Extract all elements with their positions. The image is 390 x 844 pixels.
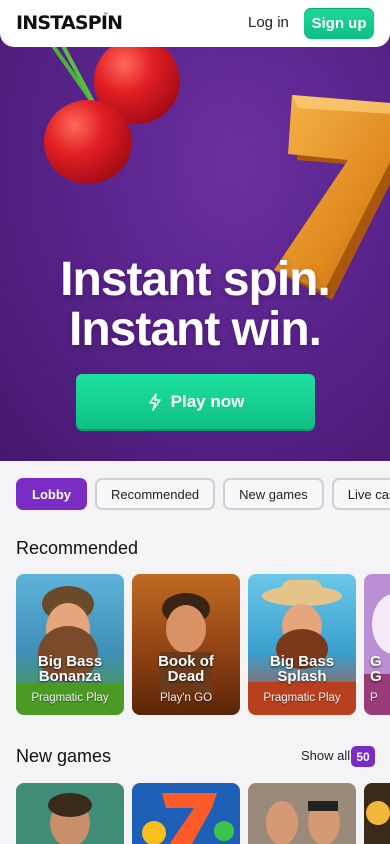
tab-live-casino[interactable]: Live casino — [331, 478, 390, 510]
game-title-line: Splash — [277, 668, 327, 685]
game-count-badge[interactable]: 50 — [351, 746, 375, 767]
new-game-card[interactable] — [364, 783, 390, 844]
tab-new-games[interactable]: New games — [223, 478, 324, 510]
hero-headline-line2: Instant win. — [69, 303, 322, 356]
tab-lobby[interactable]: Lobby — [16, 478, 87, 510]
game-title-line: Dead — [167, 668, 205, 685]
game-thumbnail — [248, 783, 356, 844]
play-now-label: Play now — [170, 391, 245, 411]
game-card[interactable]: Big Bass Bonanza Pragmatic Play — [16, 574, 124, 715]
hero-banner: INSTASPIN ™ Log in Sign up Instant spin.… — [0, 0, 390, 461]
game-title: Big Bass Splash — [248, 654, 356, 684]
game-provider: Pragmatic Play — [31, 692, 109, 704]
game-title-line: Big Bass — [37, 653, 103, 670]
game-provider: P — [370, 692, 378, 704]
game-thumbnail — [132, 783, 240, 844]
login-link[interactable]: Log in — [248, 14, 289, 31]
lightning-bolt-icon — [148, 392, 161, 411]
new-games-heading: New games — [16, 746, 112, 766]
game-provider: Pragmatic Play — [263, 692, 341, 704]
game-title-line: Big Bass — [269, 653, 335, 670]
game-title-line: G — [370, 653, 382, 670]
trademark-mark: ™ — [103, 12, 108, 18]
recommended-heading: Recommended — [16, 538, 139, 558]
game-thumbnail — [16, 783, 124, 844]
new-game-card[interactable] — [248, 783, 356, 844]
signup-button[interactable]: Sign up — [304, 8, 374, 39]
new-game-card[interactable] — [16, 783, 124, 844]
category-tabs: Lobby Recommended New games Live casino — [16, 478, 390, 510]
game-title-line: Bonanza — [38, 668, 102, 685]
game-title-line: Book of — [158, 653, 214, 670]
cherry-image — [44, 100, 132, 184]
top-nav-bar: INSTASPIN ™ Log in Sign up — [0, 0, 390, 47]
game-title: Book of Dead — [132, 654, 240, 684]
game-card[interactable]: Big Bass Splash Pragmatic Play — [248, 574, 356, 715]
game-provider: Play'n GO — [159, 692, 213, 704]
game-thumbnail — [364, 783, 390, 844]
page: INSTASPIN ™ Log in Sign up Instant spin.… — [0, 0, 390, 844]
play-now-button[interactable]: Play now — [76, 374, 315, 429]
tab-recommended[interactable]: Recommended — [95, 478, 216, 510]
new-game-card[interactable] — [132, 783, 240, 844]
game-title-line: G — [370, 668, 382, 685]
hero-headline-line1: Instant spin. — [60, 253, 331, 306]
game-title: Big Bass Bonanza — [16, 654, 124, 684]
game-card[interactable]: Book of Dead Play'n GO — [132, 574, 240, 715]
game-card[interactable]: G G P — [364, 574, 390, 715]
show-all-link[interactable]: Show all — [301, 748, 350, 763]
hero-headline: Instant spin. Instant win. — [0, 255, 390, 355]
game-title: G G — [364, 654, 390, 684]
